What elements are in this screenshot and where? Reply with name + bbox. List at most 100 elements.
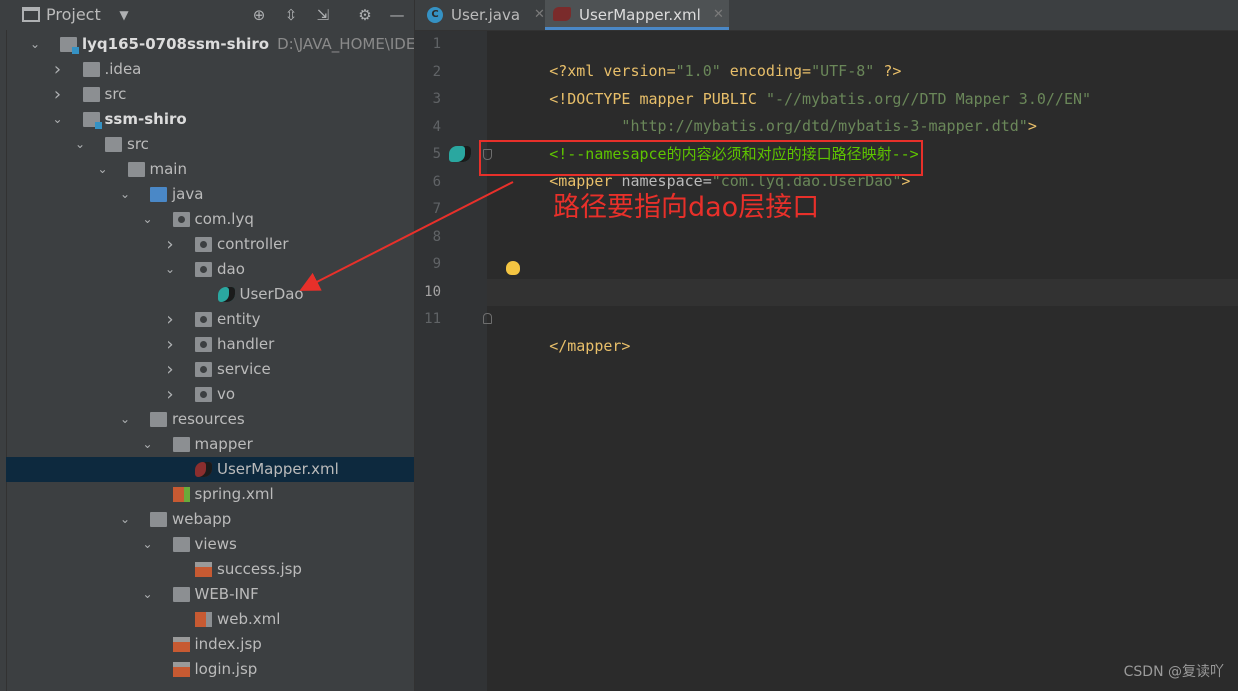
mybatis-navigate-gutter-icon[interactable] <box>449 146 471 162</box>
tab-label: User.java <box>451 6 521 24</box>
line-number: 9 <box>432 256 441 272</box>
tree-item[interactable]: ⌄ views <box>6 532 414 557</box>
module-badge-icon <box>72 47 79 54</box>
code-token: </mapper> <box>549 337 631 355</box>
mybatis-bird-icon <box>217 287 235 302</box>
chevron-down-icon[interactable]: ⌄ <box>118 507 132 532</box>
code-line: </mapper> <box>495 306 630 355</box>
tree-item[interactable]: web.xml <box>6 607 414 632</box>
tree-item-label: controller <box>217 235 289 253</box>
line-number: 4 <box>432 119 441 135</box>
tree-item-label: com.lyq <box>194 210 254 228</box>
tree-item[interactable]: ⌄ src <box>6 132 414 157</box>
collapse-all-icon[interactable]: ⇲ <box>313 5 333 25</box>
chevron-down-icon[interactable]: ⌄ <box>141 432 155 457</box>
mybatis-xml-icon <box>195 462 212 477</box>
module-folder-icon <box>60 37 79 54</box>
expand-all-icon[interactable]: ⇳ <box>281 5 301 25</box>
close-icon[interactable]: ✕ <box>713 0 724 30</box>
java-class-icon: C <box>427 7 443 23</box>
tree-item[interactable]: login.jsp <box>6 657 414 682</box>
tree-item[interactable]: success.jsp <box>6 557 414 582</box>
web-folder-icon <box>150 512 167 527</box>
chevron-down-icon[interactable]: ⌄ <box>118 407 132 432</box>
tree-item-label: login.jsp <box>194 660 258 678</box>
project-tool-window: Project ▼ ⊕ ⇳ ⇲ ⚙ — ⌄ lyq165-0708ssm-shir… <box>0 0 455 691</box>
fold-marker-icon[interactable] <box>483 313 492 324</box>
tab-user-java[interactable]: C User.java ✕ <box>421 0 545 30</box>
tree-item[interactable]: ⌄ com.lyq <box>6 207 414 232</box>
project-view-title[interactable]: Project <box>46 0 101 30</box>
close-icon[interactable]: ✕ <box>534 0 545 30</box>
editor-area: C User.java ✕ UserMapper.xml ✕ 1 2 3 4 5 6 7 8 9… <box>414 0 1238 691</box>
tree-item[interactable]: › entity <box>6 307 414 332</box>
tree-item[interactable]: ⌄ ssm-shiro <box>6 107 414 132</box>
resources-folder-icon <box>150 412 167 427</box>
watermark: CSDN @复读吖 <box>1123 664 1224 680</box>
chevron-right-icon[interactable]: › <box>163 332 177 357</box>
project-view-icon <box>22 7 40 22</box>
folder-icon <box>82 62 100 77</box>
chevron-down-icon[interactable]: ⌄ <box>141 532 155 557</box>
chevron-right-icon[interactable]: › <box>51 57 65 82</box>
tree-item[interactable]: ⌄ main <box>6 157 414 182</box>
tree-item-label: java <box>172 185 204 203</box>
chevron-down-icon[interactable]: ⌄ <box>141 582 155 607</box>
chevron-down-icon[interactable]: ⌄ <box>163 257 177 282</box>
module-badge-icon <box>94 122 102 129</box>
gear-icon[interactable]: ⚙ <box>355 5 375 25</box>
tree-item[interactable]: ⌄ webapp <box>6 507 414 532</box>
tree-item[interactable]: › handler <box>6 332 414 357</box>
source-folder-icon <box>150 187 167 202</box>
locate-file-icon[interactable]: ⊕ <box>249 5 269 25</box>
tree-item[interactable]: ⌄ java <box>6 182 414 207</box>
chevron-down-icon[interactable]: ⌄ <box>96 157 110 182</box>
line-number: 3 <box>432 91 441 107</box>
chevron-right-icon[interactable]: › <box>51 82 65 107</box>
tree-item[interactable]: › src <box>6 82 414 107</box>
tree-item[interactable]: UserDao <box>6 282 414 307</box>
package-icon <box>195 237 212 252</box>
lightbulb-icon[interactable] <box>506 261 520 275</box>
tree-item[interactable]: ⌄ resources <box>6 407 414 432</box>
tree-item[interactable]: › service <box>6 357 414 382</box>
tree-item[interactable]: index.jsp <box>6 632 414 657</box>
tree-item[interactable]: ⌄ lyq165-0708ssm-shiro D:\JAVA_HOME\IDEADa… <box>6 32 455 57</box>
chevron-right-icon[interactable]: › <box>163 307 177 332</box>
chevron-down-icon[interactable]: ⌄ <box>73 132 87 157</box>
view-selector-chevron-down-icon[interactable]: ▼ <box>114 5 134 25</box>
tree-item-label: dao <box>217 260 245 278</box>
tree-item-label: lyq165-0708ssm-shiro D:\JAVA_HOME\IDEADao <box>82 35 456 53</box>
tree-item[interactable]: spring.xml <box>6 482 414 507</box>
tree-item-label: webapp <box>172 510 232 528</box>
chevron-down-icon[interactable]: ⌄ <box>118 182 132 207</box>
chevron-right-icon[interactable]: › <box>163 232 177 257</box>
tree-item[interactable]: ⌄ WEB-INF <box>6 582 414 607</box>
chevron-right-icon[interactable]: › <box>163 382 177 407</box>
tree-item[interactable]: › controller <box>6 232 414 257</box>
chevron-down-icon[interactable]: ⌄ <box>141 207 155 232</box>
tab-usermapper-xml[interactable]: UserMapper.xml ✕ <box>545 0 729 30</box>
project-panel-header: Project ▼ ⊕ ⇳ ⇲ ⚙ — <box>6 0 414 30</box>
line-number: 2 <box>432 64 441 80</box>
tree-item-label: entity <box>217 310 261 328</box>
code-line: <!--namesapce的内容必须和对应的接口路径映射--> <box>495 114 919 163</box>
line-number: 6 <box>432 174 441 190</box>
jsp-icon <box>195 562 212 577</box>
tree-item[interactable]: › .idea <box>6 57 414 82</box>
line-number: 8 <box>432 229 441 245</box>
tree-item-label: UserMapper.xml <box>217 460 339 478</box>
hide-panel-icon[interactable]: — <box>387 5 407 25</box>
folder-icon <box>172 587 190 602</box>
chevron-down-icon[interactable]: ⌄ <box>28 32 42 57</box>
annotation-text: 路径要指向dao层接口 <box>553 192 820 223</box>
code-line: <?xml version="1.0" encoding="UTF-8" ?> <box>495 31 901 80</box>
chevron-down-icon[interactable]: ⌄ <box>51 107 65 132</box>
tree-item[interactable]: UserMapper.xml <box>6 457 414 482</box>
chevron-right-icon[interactable]: › <box>163 357 177 382</box>
tree-item[interactable]: ⌄ mapper <box>6 432 414 457</box>
tree-item[interactable]: › vo <box>6 382 414 407</box>
code-token: > <box>1027 117 1037 135</box>
tree-item[interactable]: ⌄ dao <box>6 257 414 282</box>
line-number: 5 <box>432 146 441 162</box>
